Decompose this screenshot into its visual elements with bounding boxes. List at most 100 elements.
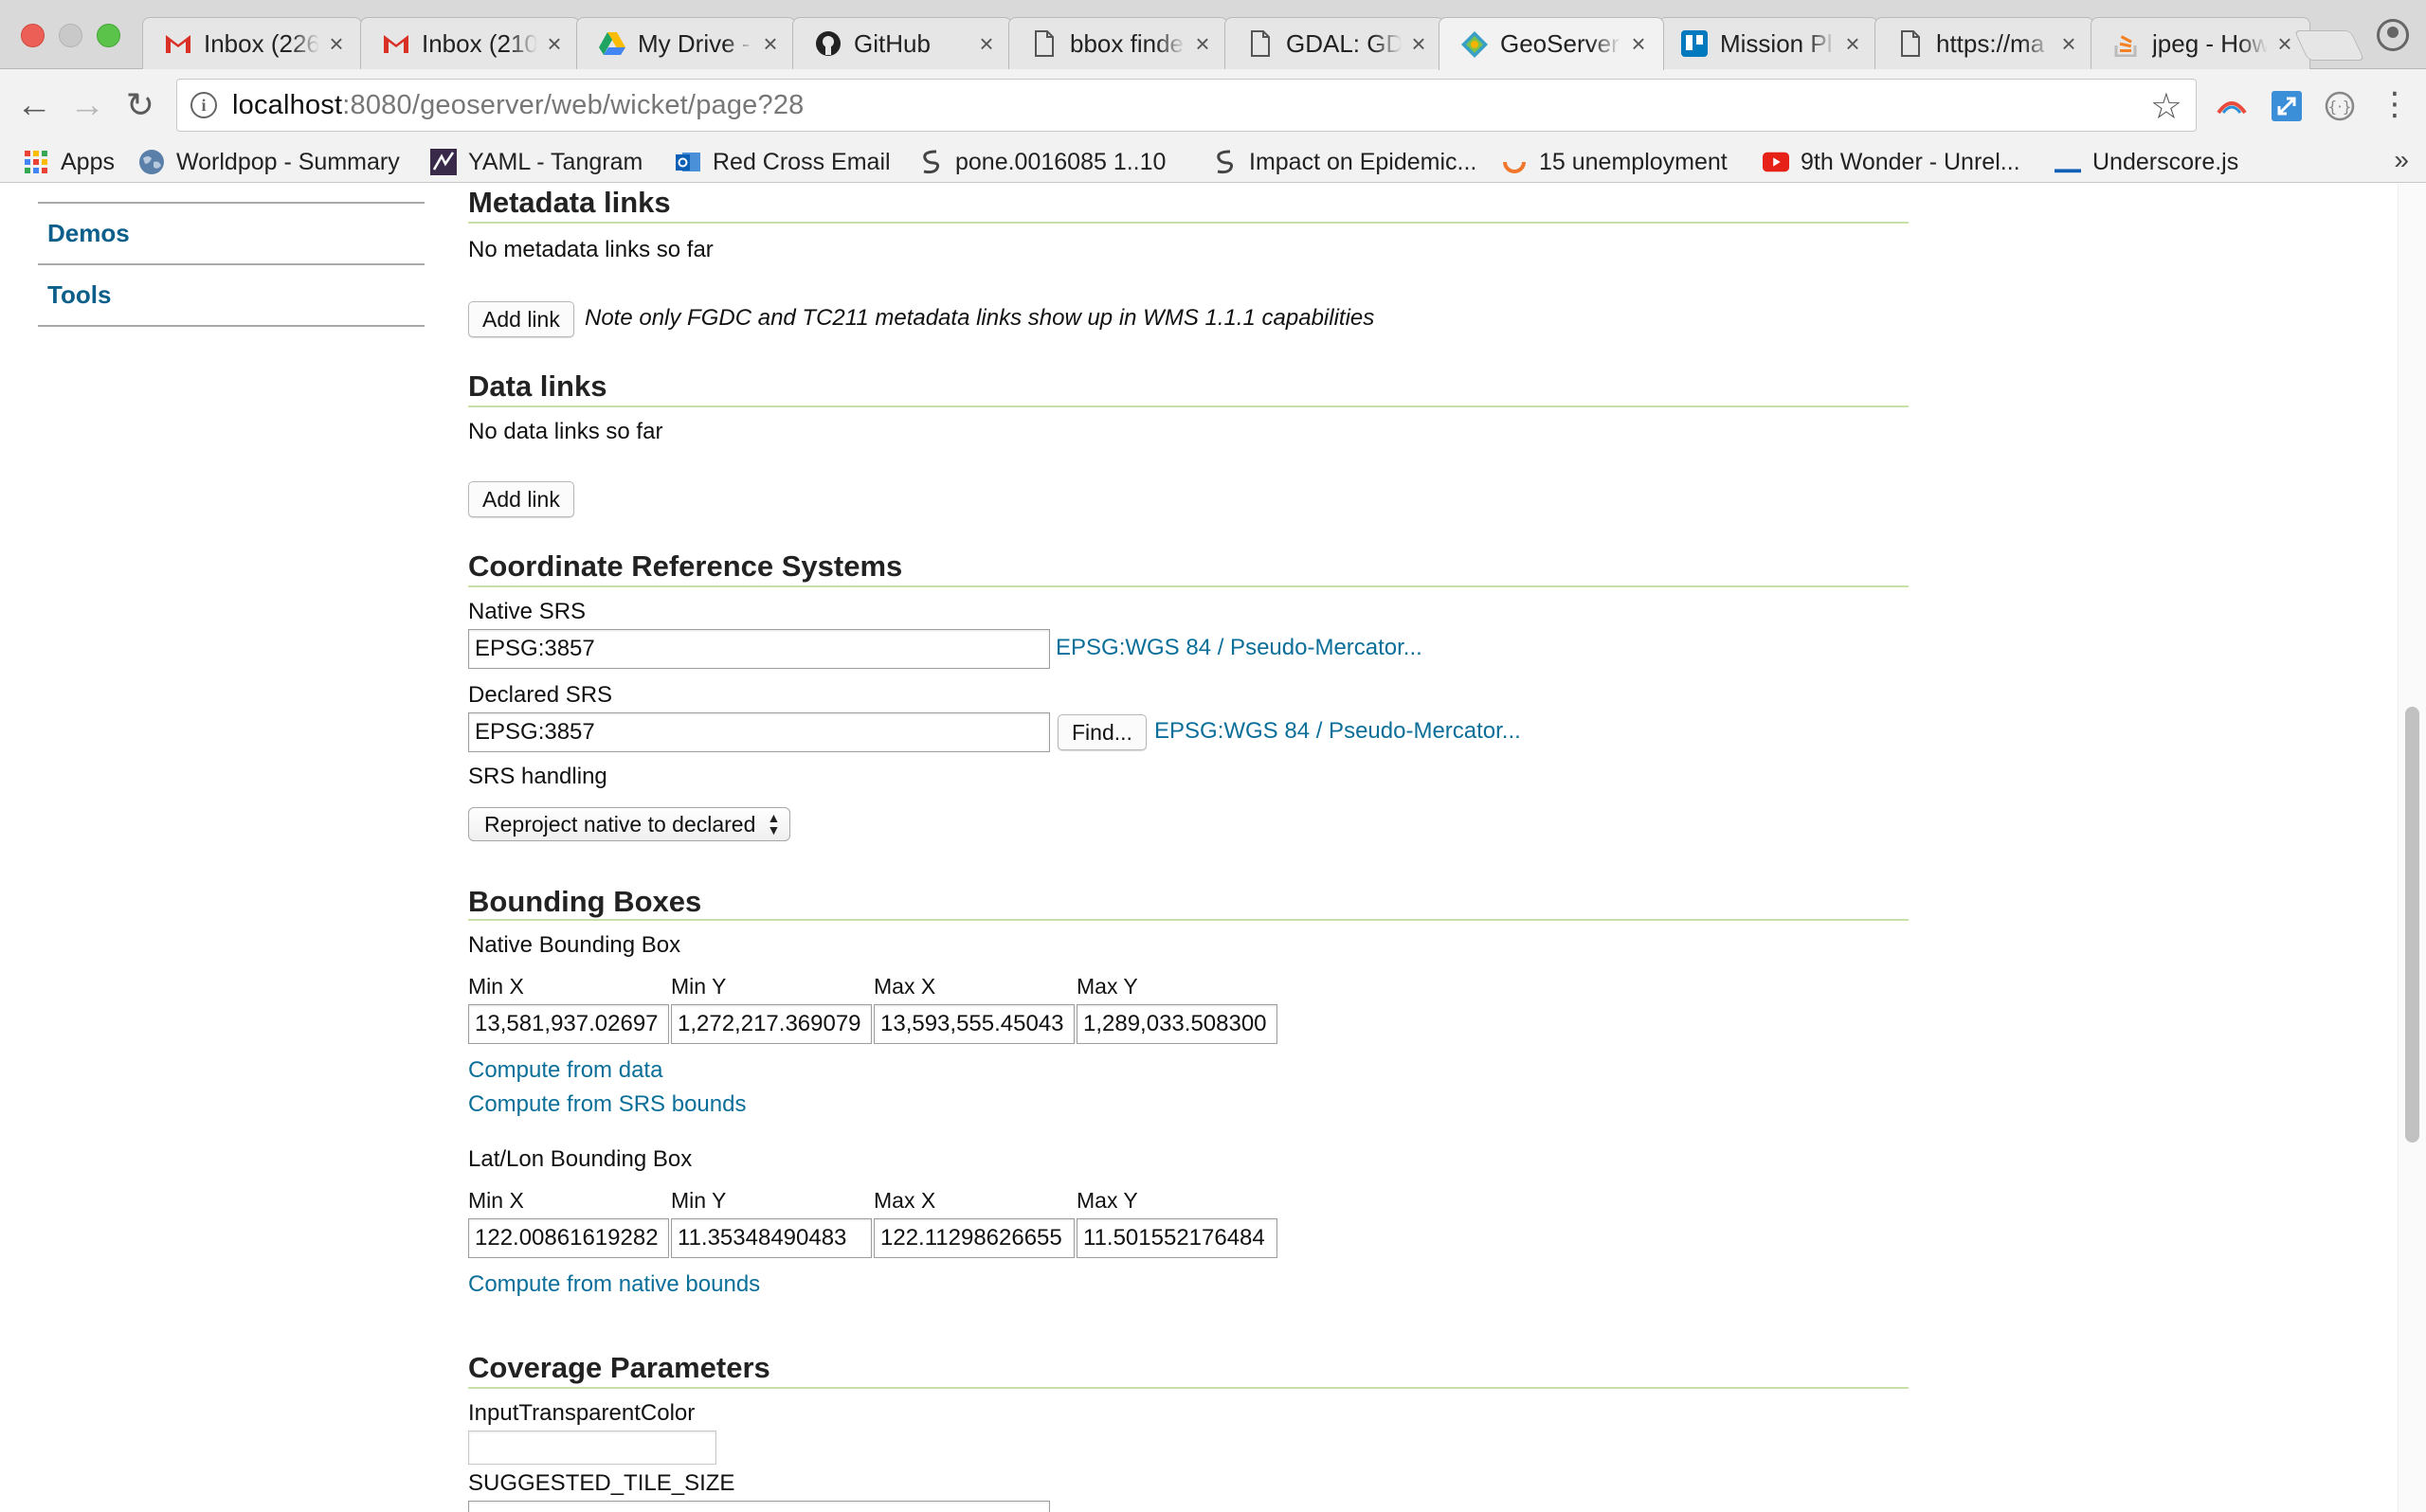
metadata-links-heading: Metadata links: [468, 186, 671, 219]
declared-srs-label: Declared SRS: [468, 682, 613, 708]
bookmark-underscore[interactable]: Underscore.js: [2055, 141, 2238, 183]
native-srs-link[interactable]: EPSG:WGS 84 / Pseudo-Mercator...: [1056, 635, 1422, 661]
latlon-min-y-input[interactable]: 11.35348490483: [671, 1218, 872, 1258]
latlon-max-x-label: Max X: [874, 1188, 936, 1213]
latlon-min-x-input[interactable]: 122.00861619282: [468, 1218, 669, 1258]
browser-tab-strip: Inbox (226 × Inbox (210 × My Drive - × G…: [0, 0, 2426, 70]
tab-title: Inbox (226: [204, 28, 319, 58]
tab-title: https://ma: [1936, 28, 2045, 58]
native-max-y-input[interactable]: 1,289,033.508300: [1077, 1004, 1277, 1044]
bookmark-red-cross-email[interactable]: Red Cross Email: [675, 141, 891, 183]
close-icon[interactable]: ×: [975, 29, 998, 59]
extension-expand-icon[interactable]: [2271, 90, 2303, 122]
native-max-x-input[interactable]: 13,593,555.45043: [874, 1004, 1075, 1044]
declared-srs-link[interactable]: EPSG:WGS 84 / Pseudo-Mercator...: [1154, 718, 1521, 745]
apps-grid-icon: [23, 149, 49, 175]
latlon-min-x-label: Min X: [468, 1188, 524, 1213]
latlon-max-x-input[interactable]: 122.11298626655: [874, 1218, 1075, 1258]
browser-tab[interactable]: GitHub ×: [792, 17, 1012, 69]
tab-title: GitHub: [854, 28, 931, 58]
sidebar-item-demos[interactable]: Demos: [38, 204, 425, 263]
extension-arc-icon[interactable]: [2216, 90, 2248, 122]
close-window-button[interactable]: [21, 24, 45, 47]
bookmark-star-icon[interactable]: ☆: [2150, 85, 2182, 128]
bookmark-apps[interactable]: Apps: [23, 141, 115, 183]
bookmark-impact-epidemic[interactable]: Impact on Epidemic...: [1211, 141, 1476, 183]
profile-icon[interactable]: [2377, 19, 2409, 51]
add-metadata-link-button[interactable]: Add link: [468, 301, 574, 337]
bookmark-worldpop[interactable]: Worldpop - Summary: [138, 141, 400, 183]
close-icon[interactable]: ×: [1841, 29, 1864, 59]
close-icon[interactable]: ×: [543, 29, 566, 59]
google-drive-icon: [598, 29, 626, 58]
tab-title: jpeg - How: [2152, 28, 2268, 58]
close-icon[interactable]: ×: [2273, 29, 2296, 59]
native-srs-input[interactable]: EPSG:3857: [468, 629, 1050, 669]
section-rule: [468, 405, 1909, 407]
document-icon: [1246, 29, 1275, 58]
sidebar-item-tools[interactable]: Tools: [38, 265, 425, 325]
menu-kebab-icon[interactable]: ⋮: [2379, 88, 2411, 122]
compute-from-data-link[interactable]: Compute from data: [468, 1057, 662, 1084]
browser-tab[interactable]: GDAL: GD ×: [1224, 17, 1444, 69]
page-content: Demos Tools Metadata links No metadata l…: [0, 184, 2426, 1512]
bookmark-yaml-tangram[interactable]: YAML - Tangram: [430, 141, 643, 183]
browser-tab[interactable]: jpeg - How ×: [2091, 17, 2310, 69]
close-icon[interactable]: ×: [1407, 29, 1430, 59]
browser-tab[interactable]: Inbox (226 ×: [142, 17, 362, 69]
compute-from-native-bounds-link[interactable]: Compute from native bounds: [468, 1271, 760, 1298]
back-arrow-icon[interactable]: ←: [13, 84, 55, 126]
srs-handling-value: Reproject native to declared: [484, 811, 756, 837]
native-min-x-input[interactable]: 13,581,937.02697: [468, 1004, 669, 1044]
browser-tab[interactable]: My Drive - ×: [576, 17, 796, 69]
address-bar[interactable]: i localhost:8080/geoserver/web/wicket/pa…: [176, 79, 2197, 132]
native-min-y-input[interactable]: 1,272,217.369079: [671, 1004, 872, 1044]
close-icon[interactable]: ×: [2057, 29, 2080, 59]
svg-text:{·}: {·}: [2327, 98, 2351, 116]
browser-tab[interactable]: Inbox (210 ×: [360, 17, 580, 69]
bookmark-9th-wonder[interactable]: 9th Wonder - Unrel...: [1763, 141, 2020, 183]
info-icon[interactable]: i: [190, 92, 217, 118]
url-text: localhost:8080/geoserver/web/wicket/page…: [232, 89, 805, 120]
srs-handling-select[interactable]: Reproject native to declared ▲ ▼: [468, 807, 791, 841]
data-links-empty-text: No data links so far: [468, 419, 663, 444]
bookmark-unemployment[interactable]: 15 unemployment: [1501, 141, 1728, 183]
browser-tab-active[interactable]: GeoServer ×: [1439, 17, 1664, 70]
scrollbar-thumb[interactable]: [2405, 707, 2419, 1143]
close-icon[interactable]: ×: [1191, 29, 1214, 59]
browser-tab[interactable]: https://ma ×: [1874, 17, 2094, 69]
tab-title: bbox finde: [1070, 28, 1184, 58]
gmail-icon: [382, 29, 410, 58]
close-icon[interactable]: ×: [759, 29, 782, 59]
more-bookmarks-chevron-icon[interactable]: »: [2394, 145, 2409, 175]
trello-icon: [1680, 29, 1709, 58]
close-icon[interactable]: ×: [1627, 29, 1650, 59]
input-transparent-color-label: InputTransparentColor: [468, 1400, 696, 1426]
latlon-bbox-label: Lat/Lon Bounding Box: [468, 1146, 693, 1172]
find-srs-button[interactable]: Find...: [1058, 714, 1147, 750]
coverage-parameters-heading: Coverage Parameters: [468, 1351, 770, 1384]
forward-arrow-icon[interactable]: →: [66, 84, 108, 126]
browser-tab[interactable]: Mission Pl ×: [1658, 17, 1878, 69]
input-transparent-color-input[interactable]: [468, 1431, 716, 1465]
native-max-x-label: Max X: [874, 974, 936, 999]
sidebar: Demos Tools: [38, 184, 425, 327]
declared-srs-input[interactable]: EPSG:3857: [468, 712, 1050, 752]
add-data-link-button[interactable]: Add link: [468, 481, 574, 517]
geoserver-icon: [1460, 30, 1489, 59]
suggested-tile-size-input[interactable]: [468, 1501, 1050, 1512]
close-icon[interactable]: ×: [325, 29, 348, 59]
compute-from-srs-bounds-link[interactable]: Compute from SRS bounds: [468, 1091, 746, 1118]
reload-icon[interactable]: ↻: [119, 84, 161, 126]
zoom-window-button[interactable]: [97, 24, 120, 47]
tab-title: My Drive -: [638, 28, 751, 58]
extension-circle-icon[interactable]: {·}: [2324, 90, 2356, 122]
bookmark-label: 15 unemployment: [1539, 148, 1728, 175]
document-icon: [1896, 29, 1925, 58]
browser-tab[interactable]: bbox finde ×: [1008, 17, 1228, 69]
bookmark-pone[interactable]: pone.0016085 1..10: [917, 141, 1166, 183]
divider: [38, 325, 425, 327]
minimize-window-button[interactable]: [59, 24, 82, 47]
section-rule: [468, 1387, 1909, 1389]
latlon-max-y-input[interactable]: 11.501552176484: [1077, 1218, 1277, 1258]
